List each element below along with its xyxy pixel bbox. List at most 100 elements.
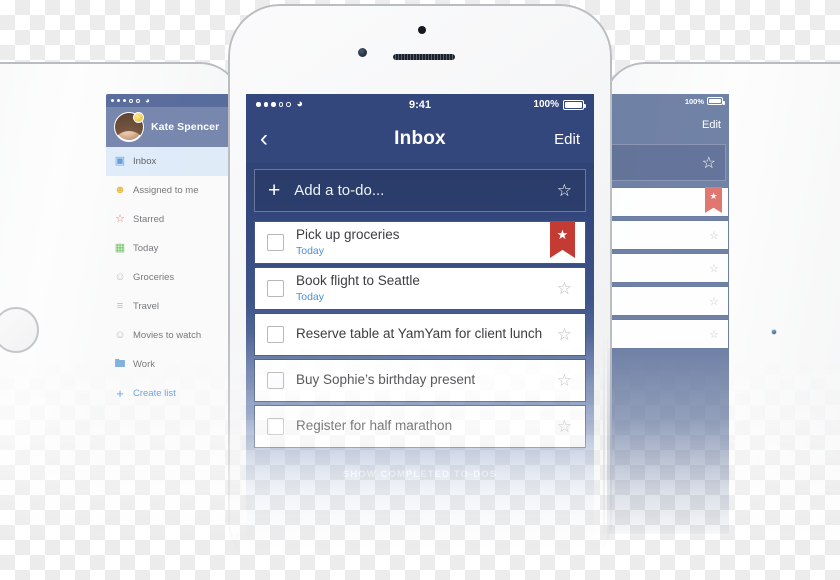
folder-icon: 🖿 [114,358,126,370]
star-outline-icon[interactable]: ☆ [557,325,572,345]
sidebar-item-inbox[interactable]: ▣ Inbox [106,147,242,176]
avatar[interactable] [114,112,144,142]
todo-title: Reserve table at YamYam for client lunch [296,326,543,342]
sidebar-item-travel[interactable]: ≡ Travel [106,292,242,321]
table-row[interactable]: ☆ [607,253,729,283]
sidebar-item-starred[interactable]: ☆ Starred [106,205,242,234]
star-outline-icon[interactable]: ☆ [709,262,719,275]
star-icon: ☆ [115,213,125,225]
right-tablet-screen: 100% Edit ☆ ★ ☆ ☆ ☆ ☆ [607,94,729,534]
add-todo-input[interactable]: Add a to-do... [294,182,384,199]
sidebar-item-today[interactable]: ▦ Today [106,234,242,263]
people-icon: ☺ [114,329,126,341]
sidebar-item-label: Starred [133,214,165,225]
signal-dot-empty [129,98,133,103]
sidebar-item-label: Movies to watch [133,330,202,341]
star-outline-icon[interactable]: ☆ [557,417,572,437]
todo-title: Book flight to Seattle [296,272,420,288]
right-status-bar: 100% [607,94,729,108]
todo-checkbox[interactable] [267,326,284,343]
right-add-todo-row[interactable]: ☆ [610,144,726,181]
edit-button[interactable]: Edit [554,131,580,148]
signal-dot [117,99,120,102]
todo-content: Reserve table at YamYam for client lunch [296,326,542,343]
sidebar-item-label: Inbox [133,156,157,167]
sidebar-list: ▣ Inbox ☻ Assigned to me ☆ Starred ▦ Tod… [106,147,242,534]
battery-full-icon [563,99,586,110]
right-todo-list: ★ ☆ ☆ ☆ ☆ [607,187,729,349]
edit-button[interactable]: Edit [702,119,721,131]
star-outline-icon[interactable]: ☆ [709,295,719,308]
earpiece-speaker [393,54,455,60]
list-item[interactable]: Book flight to Seattle Today ☆ [254,267,586,310]
create-list-label: Create list [133,388,176,399]
page-title: Inbox [394,128,446,149]
home-button[interactable] [0,307,39,353]
wifi-icon: ◕ [145,95,150,105]
inbox-icon: ▣ [114,155,126,167]
add-todo-row[interactable]: + Add a to-do... ☆ [254,169,586,212]
todo-content: Pick up groceries Today [296,227,400,258]
sidebar-item-groceries[interactable]: ☺ Groceries [106,263,242,292]
battery-full-icon [707,97,725,105]
sidebar: ◕ Kate Spencer ▣ Inbox ☻ Assigned to me … [106,94,242,534]
sidebar-item-movies-to-watch[interactable]: ☺ Movies to watch [106,321,242,350]
left-status-bar: ◕ [106,94,242,107]
todo-due-date: Today [296,290,325,303]
todo-content: Register for half marathon [296,418,452,435]
profile-name: Kate Spencer [151,121,220,133]
todo-checkbox[interactable] [267,372,284,389]
todo-title: Buy Sophie’s birthday present [296,372,476,388]
todo-content: Book flight to Seattle Today [296,273,420,304]
center-phone-device: ◕ 9:41 100% ‹ Inbox Edit + Add a to-do..… [228,4,612,572]
table-row[interactable]: ☆ [607,220,729,250]
star-outline-icon[interactable]: ☆ [557,371,572,391]
signal-dot [123,99,126,102]
todo-checkbox[interactable] [267,418,284,435]
sidebar-item-label: Today [133,243,159,254]
screenshot-stage: ◕ Kate Spencer ▣ Inbox ☻ Assigned to me … [0,0,840,580]
sidebar-item-label: Travel [133,301,160,312]
calendar-icon: ▦ [114,242,126,254]
star-outline-icon[interactable]: ☆ [557,279,572,299]
signal-dot [111,99,114,102]
star-outline-icon[interactable]: ☆ [709,328,719,341]
people-icon: ☺ [114,271,126,283]
todo-checkbox[interactable] [267,234,284,251]
todo-content: Buy Sophie’s birthday present [296,372,475,389]
signal-dot-empty [136,98,140,103]
sidebar-item-label: Groceries [133,272,175,283]
star-outline-icon[interactable]: ☆ [557,181,572,201]
sidebar-item-label: Assigned to me [133,185,199,196]
create-list-button[interactable]: + Create list [106,379,242,408]
phone-screen: ◕ 9:41 100% ‹ Inbox Edit + Add a to-do..… [246,94,594,564]
show-completed-button[interactable]: SHOW COMPLETED TO-DOS [246,469,594,480]
navbar: ‹ Inbox Edit [246,115,594,163]
list-item[interactable]: Register for half marathon ☆ [254,405,586,448]
list-item[interactable]: Reserve table at YamYam for client lunch… [254,313,586,356]
star-outline-icon[interactable]: ☆ [702,153,716,173]
list-icon: ≡ [116,300,124,312]
left-tablet-screen: ◕ Kate Spencer ▣ Inbox ☻ Assigned to me … [106,94,242,534]
star-filled-ribbon-icon[interactable]: ★ [550,221,575,258]
todo-checkbox[interactable] [267,280,284,297]
right-tablet-device: 100% Edit ☆ ★ ☆ ☆ ☆ ☆ [603,62,840,562]
todo-list: Pick up groceries Today ★ Book flight to… [246,221,594,451]
plus-icon[interactable]: + [268,180,280,201]
profile-header[interactable]: Kate Spencer [106,107,242,147]
sidebar-item-assigned-to-me[interactable]: ☻ Assigned to me [106,176,242,205]
premium-badge-icon [133,112,144,123]
star-filled-ribbon-icon[interactable]: ★ [705,187,722,213]
sidebar-item-label: Work [133,359,155,370]
table-row[interactable]: ☆ [607,286,729,316]
proximity-sensor-icon [358,48,367,57]
sidebar-item-work[interactable]: 🖿 Work [106,350,242,379]
status-bar: ◕ 9:41 100% [246,94,594,115]
plus-icon: + [116,386,124,401]
table-row[interactable]: ★ [607,187,729,217]
right-navbar: Edit [607,108,729,141]
star-outline-icon[interactable]: ☆ [709,229,719,242]
list-item[interactable]: Buy Sophie’s birthday present ☆ [254,359,586,402]
list-item[interactable]: Pick up groceries Today ★ [254,221,586,264]
table-row[interactable]: ☆ [607,319,729,349]
